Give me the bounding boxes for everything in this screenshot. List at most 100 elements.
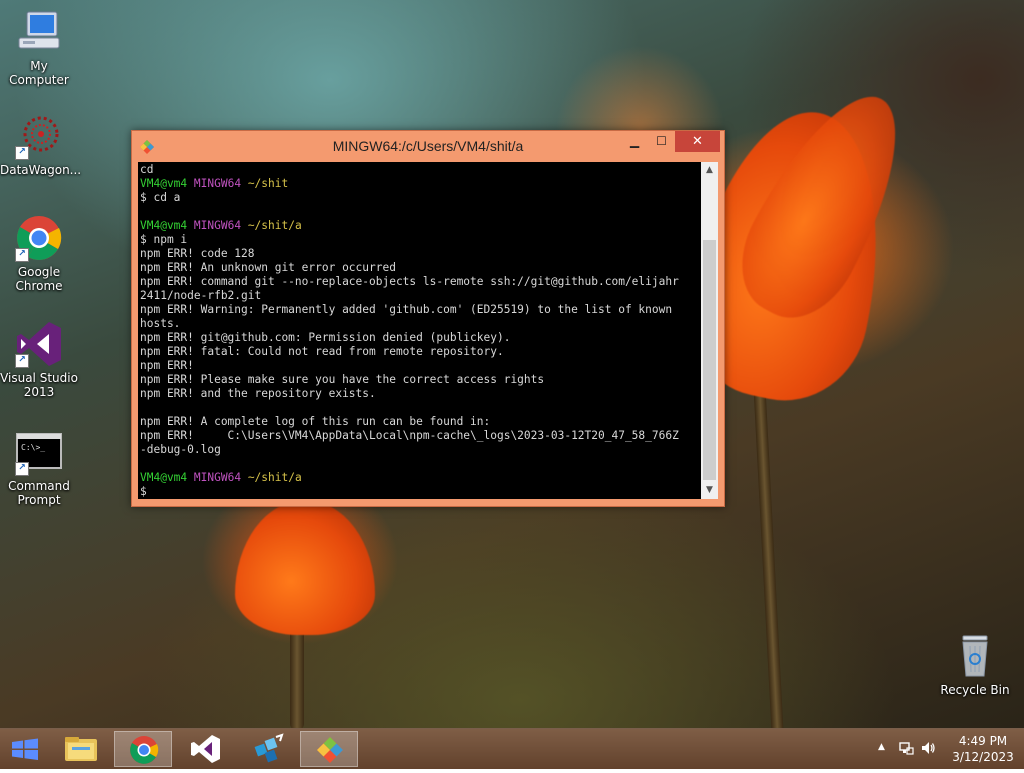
terminal-line: npm ERR! git@github.com: Permission deni… xyxy=(140,331,699,345)
wallpaper-tulip-small xyxy=(235,500,375,635)
terminal-line: npm ERR! C:\Users\VM4\AppData\Local\npm-… xyxy=(140,429,699,443)
desktop: My Computer ↗ DataWagon... ↗ Google Chro… xyxy=(0,0,1024,728)
terminal-line-text: npm ERR! Warning: Permanently added 'git… xyxy=(140,303,673,316)
terminal-line: npm ERR! fatal: Could not read from remo… xyxy=(140,345,699,359)
terminal-line-text: npm ERR! C:\Users\VM4\AppData\Local\npm-… xyxy=(140,429,679,442)
terminal-line: cd xyxy=(140,163,699,177)
taskbar: ▲ 4:49 PM 3/12/2023 xyxy=(0,728,1024,769)
windows-logo-icon xyxy=(12,738,38,760)
shortcut-arrow-icon: ↗ xyxy=(15,462,29,476)
terminal-line: VM4@vm4 MINGW64 ~/shit xyxy=(140,177,699,191)
shortcut-arrow-icon: ↗ xyxy=(15,248,29,262)
desktop-icon-label: Google Chrome xyxy=(15,265,63,293)
desktop-icon-label: Command Prompt xyxy=(8,479,70,507)
terminal-line-text: npm ERR! A complete log of this run can … xyxy=(140,415,491,428)
desktop-icon-label: DataWagon... xyxy=(0,163,82,177)
recycle-bin-icon xyxy=(951,632,999,680)
taskbar-git-bash[interactable] xyxy=(300,731,358,767)
scroll-up-arrow-icon[interactable]: ▲ xyxy=(701,162,718,179)
wallpaper-stem xyxy=(752,359,784,728)
terminal-line: npm ERR! Please make sure you have the c… xyxy=(140,373,699,387)
command-prompt-icon: C:\>_ ↗ xyxy=(15,428,63,476)
desktop-icon-my-computer[interactable]: My Computer xyxy=(0,8,78,87)
prompt-user: VM4@vm4 xyxy=(140,177,188,190)
vertical-scrollbar[interactable]: ▲ ▼ xyxy=(701,162,718,499)
terminal-line: npm ERR! A complete log of this run can … xyxy=(140,415,699,429)
terminal-line-text: npm ERR! git@github.com: Permission deni… xyxy=(140,331,511,344)
taskbar-datawagon[interactable] xyxy=(238,731,296,767)
terminal-line-text: npm ERR! fatal: Could not read from remo… xyxy=(140,345,504,358)
terminal-line-text: npm ERR! Please make sure you have the c… xyxy=(140,373,545,386)
prompt-user: VM4@vm4 xyxy=(140,219,188,232)
prompt-user: VM4@vm4 xyxy=(140,471,188,484)
visual-studio-icon xyxy=(191,735,220,763)
scroll-down-arrow-icon[interactable]: ▼ xyxy=(701,482,718,499)
window-titlebar[interactable]: MINGW64:/c/Users/VM4/shit/a ▁ ☐ ✕ xyxy=(132,131,724,161)
desktop-icon-google-chrome[interactable]: ↗ Google Chrome xyxy=(0,214,78,293)
terminal-line: npm ERR! and the repository exists. xyxy=(140,387,699,401)
system-tray: ▲ 4:49 PM 3/12/2023 xyxy=(864,729,1024,769)
desktop-icon-recycle-bin[interactable]: Recycle Bin xyxy=(936,632,1014,697)
terminal-line: npm ERR! Warning: Permanently added 'git… xyxy=(140,303,699,317)
prompt-path: ~/shit/a xyxy=(247,219,302,232)
terminal-line-text: hosts. xyxy=(140,317,181,330)
close-button[interactable]: ✕ xyxy=(675,131,720,152)
terminal-line: npm ERR! An unknown git error occurred xyxy=(140,261,699,275)
prompt-host: MINGW64 xyxy=(193,219,242,232)
network-icon[interactable] xyxy=(898,740,914,759)
chrome-icon xyxy=(130,736,159,764)
clock-time: 4:49 PM xyxy=(958,734,1008,748)
svg-text:C:\>_: C:\>_ xyxy=(21,443,45,452)
terminal-line-text: $ npm i xyxy=(140,233,188,246)
scrollbar-thumb[interactable] xyxy=(703,240,716,480)
taskbar-clock[interactable]: 4:49 PM 3/12/2023 xyxy=(948,733,1018,765)
terminal-line: VM4@vm4 MINGW64 ~/shit/a xyxy=(140,219,699,233)
taskbar-google-chrome[interactable] xyxy=(114,731,172,767)
desktop-icon-datawagon[interactable]: ↗ DataWagon... xyxy=(0,112,82,177)
terminal-line-text: 2411/node-rfb2.git xyxy=(140,289,262,302)
terminal-line: hosts. xyxy=(140,317,699,331)
terminal-line-text: npm ERR! and the repository exists. xyxy=(140,387,376,400)
terminal-line: -debug-0.log xyxy=(140,443,699,457)
chrome-icon: ↗ xyxy=(15,214,63,262)
terminal-output[interactable]: cd VM4@vm4 MINGW64 ~/shit $ cd a VM4@vm4 MI… xyxy=(138,162,701,499)
terminal-window[interactable]: MINGW64:/c/Users/VM4/shit/a ▁ ☐ ✕ cd VM4@… xyxy=(131,130,725,507)
network-app-icon xyxy=(254,733,284,763)
taskbar-file-explorer[interactable] xyxy=(52,731,110,767)
terminal-line: $ cd a xyxy=(140,191,699,205)
volume-icon[interactable] xyxy=(920,740,936,759)
shortcut-arrow-icon: ↗ xyxy=(15,354,29,368)
terminal-line: $ xyxy=(140,485,699,499)
start-button[interactable] xyxy=(0,729,50,769)
terminal-line-text: $ cd a xyxy=(140,191,181,204)
terminal-line-text: cd xyxy=(140,163,154,176)
terminal-line: npm ERR! code 128 xyxy=(140,247,699,261)
desktop-icon-label: Visual Studio 2013 xyxy=(0,371,78,399)
terminal-line: 2411/node-rfb2.git xyxy=(140,289,699,303)
show-hidden-icons-chevron-icon[interactable]: ▲ xyxy=(878,742,885,752)
terminal-line-text: $ xyxy=(140,485,147,498)
maximize-button[interactable]: ☐ xyxy=(648,131,675,152)
terminal-line: $ npm i xyxy=(140,233,699,247)
terminal-line: npm ERR! xyxy=(140,359,699,373)
desktop-icon-command-prompt[interactable]: C:\>_ ↗ Command Prompt xyxy=(0,428,78,507)
minimize-button[interactable]: ▁ xyxy=(621,131,648,152)
prompt-path: ~/shit/a xyxy=(247,471,302,484)
prompt-host: MINGW64 xyxy=(193,471,242,484)
taskbar-visual-studio[interactable] xyxy=(176,731,234,767)
desktop-icon-visual-studio[interactable]: ↗ Visual Studio 2013 xyxy=(0,320,78,399)
shortcut-arrow-icon: ↗ xyxy=(15,146,29,160)
terminal-line-text: -debug-0.log xyxy=(140,443,221,456)
desktop-icon-label: My Computer xyxy=(9,59,69,87)
desktop-icon-label: Recycle Bin xyxy=(940,683,1010,697)
terminal-lines: cd VM4@vm4 MINGW64 ~/shit $ cd a VM4@vm4 MI… xyxy=(138,162,701,499)
terminal-line-text: npm ERR! xyxy=(140,359,194,372)
folder-icon xyxy=(65,737,97,761)
terminal-line-text: npm ERR! An unknown git error occurred xyxy=(140,261,396,274)
datawagon-icon: ↗ xyxy=(15,112,63,160)
terminal-line-text: npm ERR! command git --no-replace-object… xyxy=(140,275,679,288)
prompt-path: ~/shit xyxy=(247,177,289,190)
